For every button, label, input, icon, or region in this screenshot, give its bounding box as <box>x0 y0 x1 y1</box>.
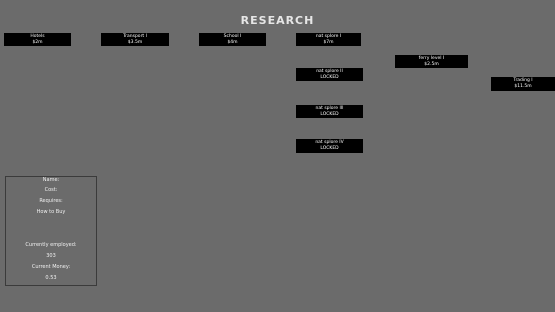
info-current-money-value: 0.53 <box>45 275 57 281</box>
info-how-to-buy-label: How to Buy <box>36 209 66 215</box>
research-node-cost: $7m <box>323 39 334 45</box>
info-current-money-label: Current Money: <box>31 264 71 270</box>
research-node-nat-splore-1[interactable]: nat splore I $7m <box>296 33 361 46</box>
page-title: RESEARCH <box>240 14 315 27</box>
research-node-school[interactable]: School I $4m <box>199 33 266 46</box>
research-node-transport[interactable]: Transport I $3.5m <box>101 33 169 46</box>
research-node-trading[interactable]: Trading I $11.5m <box>491 77 555 91</box>
research-node-hotels[interactable]: Hotels $2m <box>4 33 71 46</box>
research-node-ferry[interactable]: ferry level I $2.5m <box>395 55 468 68</box>
research-node-status: LOCKED <box>320 111 339 117</box>
research-node-cost: $4m <box>227 39 238 45</box>
research-node-nat-splore-2[interactable]: nat splore II LOCKED <box>296 68 363 81</box>
research-node-status: LOCKED <box>320 146 339 151</box>
research-info-panel: Name: Cost: Requires: How to Buy Current… <box>5 176 97 286</box>
research-node-cost: $11.5m <box>514 84 532 89</box>
info-cost-label: Cost: <box>44 187 58 193</box>
research-node-nat-splore-3[interactable]: nat splore III LOCKED <box>296 105 363 118</box>
research-node-cost: $2m <box>32 39 43 45</box>
info-currently-employed-label: Currently employed: <box>25 242 77 248</box>
info-requires-label: Requires: <box>39 198 63 204</box>
info-currently-employed-value: 303 <box>46 253 56 259</box>
research-node-cost: $3.5m <box>127 39 143 45</box>
research-node-status: LOCKED <box>320 74 339 80</box>
info-name-label: Name: <box>42 177 60 183</box>
research-node-cost: $2.5m <box>424 61 439 67</box>
research-node-nat-splore-4[interactable]: nat splore IV LOCKED <box>296 139 363 153</box>
